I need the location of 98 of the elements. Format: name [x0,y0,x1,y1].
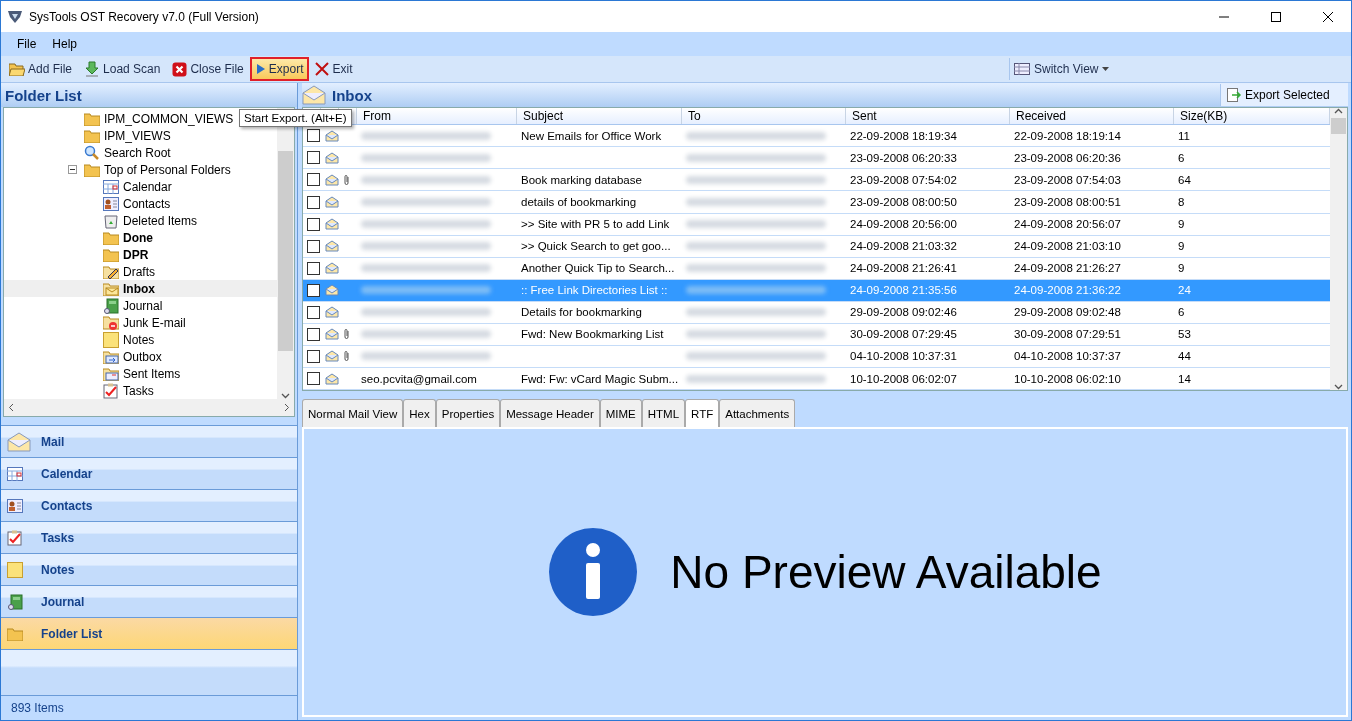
table-cell: 24-09-2008 20:56:07 [1014,218,1121,231]
folder-tree-item[interactable]: Journal [4,297,277,314]
export-selected-button[interactable]: Export Selected [1220,84,1348,106]
table-cell: 64 [1178,173,1191,186]
column-header[interactable]: To [682,108,846,125]
table-cell: 23-09-2008 06:20:33 [850,151,957,164]
view-tab[interactable]: HTML [641,399,686,427]
navigation-item[interactable]: Folder List [1,618,297,650]
table-cell: 6 [1178,306,1185,319]
menu-item[interactable]: Help [44,37,86,51]
toolbar-button[interactable]: Close File [166,57,250,81]
table-cell: >> Quick Search to get goo... [521,240,671,253]
folder-tree-item[interactable]: IPM_VIEWS [4,127,277,144]
table-cell: 24-09-2008 21:03:32 [850,240,957,253]
table-cell: 11 [1178,129,1190,142]
column-header[interactable]: Sent [846,108,1010,125]
table-cell: 23-09-2008 07:54:02 [850,173,957,186]
table-cell: 22-09-2008 18:19:14 [1014,129,1121,142]
table-cell: 29-09-2008 09:02:46 [850,306,957,319]
toolbar-button[interactable]: Export [249,57,310,81]
view-tab[interactable]: MIME [599,399,642,427]
navigation-item[interactable]: Mail [1,426,297,458]
toolbar-button[interactable]: Load Scan [78,57,167,81]
table-cell: :: Free Link Directories List :: [521,284,668,297]
toolbar-button[interactable]: Exit [309,57,359,81]
table-cell: 6 [1178,151,1185,164]
navigation-item[interactable]: Tasks [1,522,297,554]
folder-tree-item[interactable]: Tasks [4,382,277,399]
table-cell: Another Quick Tip to Search... [521,262,675,275]
table-cell: Book marking database [521,173,642,186]
folder-tree-item[interactable]: Outbox [4,348,277,365]
table-cell: 44 [1178,350,1191,363]
table-cell: 14 [1178,372,1191,385]
folder-tree-item[interactable]: DPR [4,246,277,263]
folder-tree-item[interactable]: Done [4,229,277,246]
navigation-item[interactable]: Journal [1,586,297,618]
table-cell: 24-09-2008 21:26:27 [1014,262,1121,275]
folder-tree-item[interactable]: Inbox [4,280,277,297]
column-header[interactable]: Subject [517,108,682,125]
column-header[interactable]: From [357,108,517,125]
view-tab[interactable]: Hex [403,399,436,427]
view-tab[interactable]: Normal Mail View [302,399,404,427]
panel-title: Inbox [332,86,373,104]
table-cell: 23-09-2008 06:20:36 [1014,151,1121,164]
table-cell: Details for bookmarking [521,306,642,319]
folder-tree-item[interactable]: Contacts [4,195,277,212]
table-cell: 23-09-2008 07:54:03 [1014,173,1121,186]
folder-tree-item[interactable]: Sent Items [4,365,277,382]
window-title: SysTools OST Recovery v7.0 (Full Version) [29,9,260,24]
navigation-item[interactable]: Notes [1,554,297,586]
switch-view-button[interactable]: Switch View [1009,58,1349,80]
table-cell: 8 [1178,196,1185,208]
folder-tree-item[interactable]: Drafts [4,263,277,280]
table-cell: 23-09-2008 08:00:51 [1014,196,1121,208]
folder-tree-item[interactable]: Notes [4,331,277,348]
table-cell: 24-09-2008 21:26:41 [850,262,957,275]
table-cell: 9 [1178,218,1185,231]
table-cell: seo.pcvita@gmail.com [361,372,477,385]
navigation-item[interactable]: Calendar [1,458,297,490]
table-cell: 10-10-2008 06:02:07 [850,372,957,385]
table-cell: 9 [1178,240,1185,253]
table-cell: 24-09-2008 21:35:56 [850,284,957,297]
folder-tree-item[interactable]: Calendar [4,178,277,195]
table-cell: 9 [1178,262,1185,275]
table-cell: >> Site with PR 5 to add Link [521,218,670,231]
table-cell: 04-10-2008 10:37:31 [850,350,957,363]
menu-item[interactable]: File [9,37,45,51]
table-cell: 24-09-2008 21:36:22 [1014,284,1121,297]
table-cell: 30-09-2008 07:29:51 [1014,328,1121,341]
table-cell: Fwd: Fw: vCard Magic Subm... [521,372,679,385]
table-cell: 30-09-2008 07:29:45 [850,328,957,341]
table-cell: 24-09-2008 20:56:00 [850,218,957,231]
no-preview-message: No Preview Available [670,545,1102,599]
table-cell: 29-09-2008 09:02:48 [1014,306,1121,319]
view-tab[interactable]: RTF [685,399,720,427]
folder-tree-item[interactable]: Deleted Items [4,212,277,229]
toolbar-button[interactable]: Add File [3,57,79,81]
column-header[interactable]: Received [1010,108,1174,125]
item-count: 893 Items [1,695,297,720]
table-cell: 53 [1178,328,1191,341]
table-cell: 24-09-2008 21:03:10 [1014,240,1121,253]
folder-tree-item[interactable]: Top of Personal Folders [4,161,277,178]
table-cell: details of bookmarking [521,196,637,208]
view-tab[interactable]: Message Header [500,399,600,427]
view-tab[interactable]: Properties [435,399,501,427]
table-cell: 10-10-2008 06:02:10 [1014,372,1121,385]
table-cell: 24 [1178,284,1191,297]
table-cell: 22-09-2008 18:19:34 [850,129,957,142]
folder-tree-item[interactable]: Junk E-mail [4,314,277,331]
folder-tree-item[interactable]: Search Root [4,144,277,161]
table-cell: New Emails for Office Work [521,129,662,142]
table-cell: 04-10-2008 10:37:37 [1014,350,1121,363]
view-tab[interactable]: Attachments [719,399,796,427]
navigation-item[interactable]: Contacts [1,490,297,522]
tooltip: Start Export. (Alt+E) [239,109,352,127]
table-cell: 23-09-2008 08:00:50 [850,196,957,208]
table-cell: Fwd: New Bookmarking List [521,328,664,341]
panel-title: Folder List [1,83,297,107]
